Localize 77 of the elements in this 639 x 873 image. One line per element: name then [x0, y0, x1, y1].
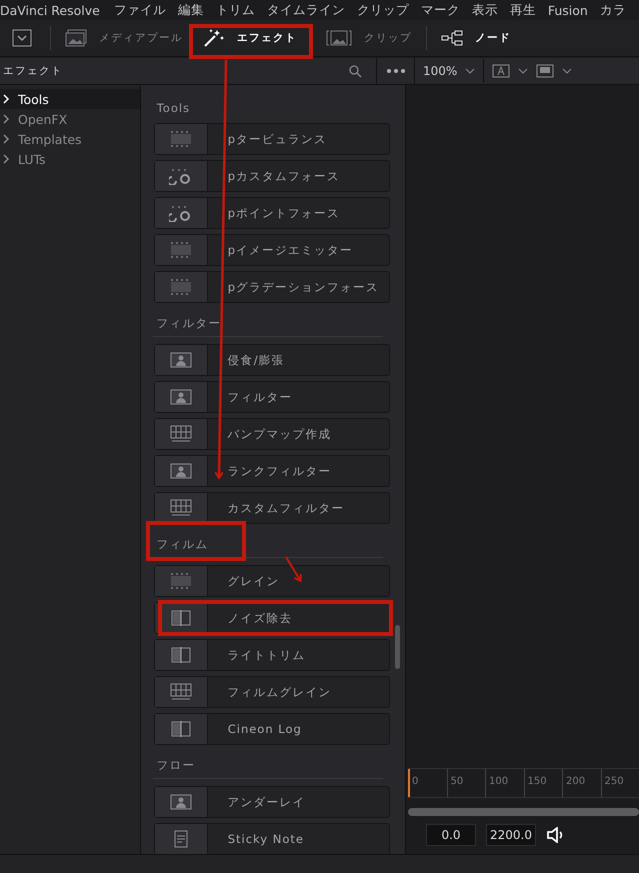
- section-heading: フィルター: [152, 308, 384, 337]
- panel-title: エフェクト: [3, 64, 63, 78]
- end-time-field[interactable]: 2200.0: [486, 824, 536, 846]
- caret-icon[interactable]: [518, 67, 528, 75]
- more-icon: [386, 68, 406, 74]
- dropdown-icon[interactable]: [12, 29, 32, 47]
- sidebar-item[interactable]: Tools: [0, 89, 140, 109]
- menu-item[interactable]: 再生: [510, 2, 536, 18]
- tool-item[interactable]: ライトトリム: [154, 639, 390, 671]
- image-icon: [65, 29, 87, 47]
- split-frame-icon: [168, 646, 193, 664]
- menu-item[interactable]: マーク: [420, 2, 460, 18]
- tool-item[interactable]: フィルター: [154, 381, 390, 413]
- menu-item[interactable]: カラ: [600, 2, 626, 18]
- letter-box-icon[interactable]: [492, 64, 510, 78]
- image-icon: [168, 351, 193, 369]
- tick-label: 50: [446, 769, 485, 797]
- tool-item[interactable]: pグラデーションフォース: [154, 271, 390, 303]
- dot-grid-icon: [168, 241, 193, 259]
- nodes-icon: [441, 29, 463, 47]
- tick-label: 0: [408, 769, 446, 797]
- tick-label: 200: [562, 769, 600, 797]
- grid-icon: [168, 499, 193, 517]
- section-heading: Tools: [156, 100, 192, 117]
- tool-item[interactable]: 侵食/膨張: [154, 344, 390, 376]
- sidebar-item[interactable]: Templates: [0, 129, 140, 149]
- toolbar-button[interactable]: エフェクト: [193, 24, 307, 52]
- tool-item[interactable]: カスタムフィルター: [154, 492, 390, 524]
- image-icon: [168, 462, 193, 480]
- split-frame-icon: [168, 609, 193, 627]
- toolbar-button[interactable]: ノード: [431, 25, 521, 51]
- tool-item[interactable]: グレイン: [154, 565, 390, 597]
- tool-item[interactable]: pカスタムフォース: [154, 160, 390, 192]
- image-icon: [326, 29, 352, 47]
- tool-item[interactable]: アンダーレイ: [154, 786, 390, 818]
- search-icon[interactable]: [348, 64, 362, 78]
- dot-grid-icon: [168, 278, 193, 296]
- dot-grid-icon: [168, 130, 193, 148]
- zoom-dropdown[interactable]: 100%: [423, 64, 458, 78]
- tool-item[interactable]: Cineon Log: [154, 713, 390, 745]
- grid-icon: [168, 683, 193, 701]
- menu-item[interactable]: ファイル: [114, 2, 166, 18]
- menu-item[interactable]: クリップ: [356, 2, 409, 18]
- tool-item[interactable]: Sticky Note: [154, 823, 390, 854]
- toolbar-button[interactable]: クリップ: [316, 25, 422, 51]
- start-time-field[interactable]: 0.0: [426, 824, 476, 846]
- tick-label: 150: [524, 769, 562, 797]
- annotation-arrow: [285, 556, 302, 582]
- toolbar-button[interactable]: メディアプール: [55, 25, 193, 51]
- image-icon: [168, 793, 193, 811]
- caret-icon[interactable]: [562, 67, 572, 75]
- menu-item[interactable]: タイムライン: [266, 2, 345, 18]
- menu-item[interactable]: Fusion: [548, 2, 588, 18]
- split-frame-icon: [168, 720, 193, 738]
- menu-item[interactable]: 編集: [178, 2, 204, 18]
- menu-item[interactable]: DaVinci Resolve: [0, 2, 100, 18]
- section-heading: フィルム: [152, 529, 384, 558]
- tick-label: 250: [600, 769, 639, 797]
- caret-icon[interactable]: [465, 67, 476, 75]
- dot-grid-icon: [168, 572, 193, 590]
- monitor-icon[interactable]: [536, 64, 554, 78]
- menu-item[interactable]: トリム: [216, 2, 255, 18]
- tool-item[interactable]: pポイントフォース: [154, 197, 390, 229]
- tool-item[interactable]: pイメージエミッター: [154, 234, 390, 266]
- image-icon: [168, 388, 193, 406]
- menu-item[interactable]: 表示: [472, 2, 498, 18]
- tool-item[interactable]: pタービュランス: [154, 123, 390, 155]
- tool-item[interactable]: ランクフィルター: [154, 455, 390, 487]
- sidebar-item[interactable]: OpenFX: [0, 109, 140, 129]
- scrollbar-thumb[interactable]: [395, 625, 400, 669]
- section-heading: フロー: [152, 750, 384, 779]
- magic-wand-icon: [203, 28, 225, 48]
- tool-item[interactable]: バンプマップ作成: [154, 418, 390, 450]
- grid-icon: [168, 425, 193, 443]
- tool-item[interactable]: フィルムグレイン: [154, 676, 390, 708]
- sidebar-item[interactable]: LUTs: [0, 149, 140, 169]
- tick-label: 100: [485, 769, 524, 797]
